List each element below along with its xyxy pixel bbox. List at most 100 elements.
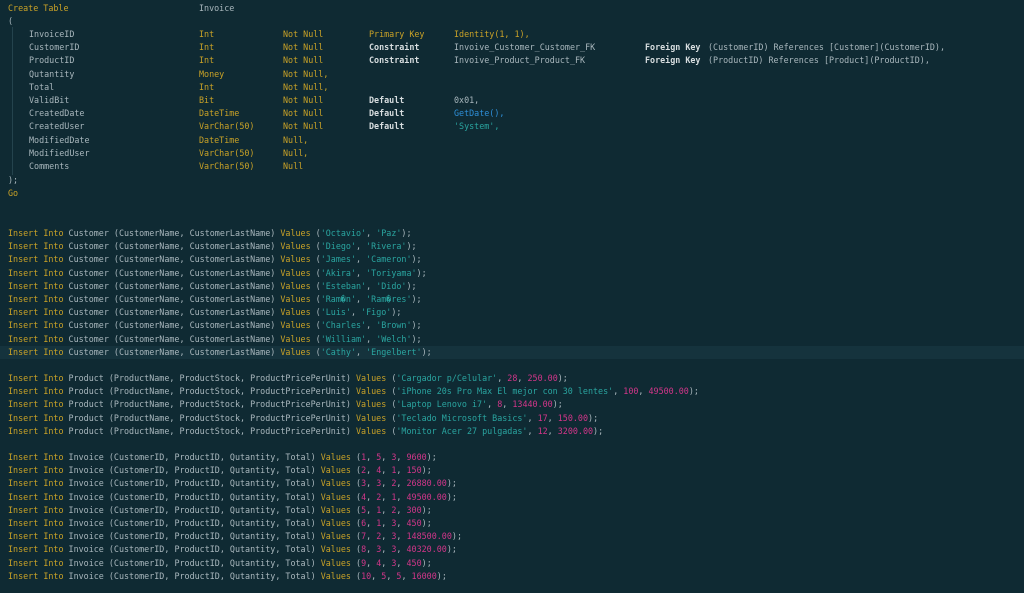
column-type: VarChar(50) bbox=[199, 147, 255, 158]
column-nullability: Not Null bbox=[283, 29, 324, 39]
customer-insert-line[interactable]: Insert Into Customer (CustomerName, Cust… bbox=[0, 280, 1024, 293]
column-constraint: Constraint bbox=[369, 42, 420, 53]
column-definition[interactable]: Total Int Not Null, bbox=[0, 81, 1024, 94]
column-type: Int bbox=[199, 81, 215, 92]
invoice-insert-line[interactable]: Insert Into Invoice (CustomerID, Product… bbox=[0, 504, 1024, 517]
statement-text: Insert Into Customer (CustomerName, Cust… bbox=[8, 280, 417, 291]
customer-insert-line[interactable]: Insert Into Customer (CustomerName, Cust… bbox=[0, 293, 1024, 306]
column-type: Int bbox=[199, 42, 215, 53]
statement-text: Insert Into Customer (CustomerName, Cust… bbox=[8, 228, 412, 238]
column-nullability: Not Null, bbox=[283, 81, 329, 92]
column-definition[interactable]: CustomerID Int Not Null Constraint Invoive_C… bbox=[0, 41, 1024, 54]
column-nullability: Null bbox=[283, 161, 304, 171]
foreign-key-keyword: Foreign Key bbox=[645, 55, 701, 66]
product-insert-line[interactable]: Insert Into Product (ProductName, Produc… bbox=[0, 398, 1024, 411]
invoice-insert-line[interactable]: Insert Into Invoice (CustomerID, Product… bbox=[0, 451, 1024, 464]
invoice-insert-line[interactable]: Insert Into Invoice (CustomerID, Product… bbox=[0, 557, 1024, 570]
column-definition[interactable]: CreatedDate DateTime Not Null Default GetDat… bbox=[0, 107, 1024, 120]
invoice-insert-line[interactable]: Insert Into Invoice (CustomerID, Product… bbox=[0, 464, 1024, 477]
column-type: DateTime bbox=[199, 134, 240, 145]
statement-text: Insert Into Invoice (CustomerID, Product… bbox=[8, 465, 432, 476]
statement-text: Insert Into Product (ProductName, Produc… bbox=[8, 399, 563, 410]
go-line[interactable]: Go bbox=[0, 187, 1024, 200]
column-type: VarChar(50) bbox=[199, 161, 255, 171]
foreign-key-reference: (CustomerID) References [Customer](Custo… bbox=[708, 42, 945, 53]
column-constraint: Constraint bbox=[369, 55, 420, 66]
go-keyword: Go bbox=[8, 188, 19, 198]
product-insert-line[interactable]: Insert Into Product (ProductName, Produc… bbox=[0, 425, 1024, 438]
column-nullability: Not Null bbox=[283, 95, 324, 105]
code-editor[interactable]: Create Table Invoice ( InvoiceID Int Not N… bbox=[0, 0, 1024, 593]
column-constraint: Default bbox=[369, 121, 405, 132]
column-constraint-value: 0x01, bbox=[454, 95, 480, 105]
column-definition[interactable]: Qutantity Money Not Null, bbox=[0, 68, 1024, 81]
column-definition[interactable]: CreatedUser VarChar(50) Not Null Default 'Sy… bbox=[0, 120, 1024, 133]
column-definition[interactable]: ProductID Int Not Null Constraint Invoive_Pr… bbox=[0, 54, 1024, 67]
column-type: VarChar(50) bbox=[199, 121, 255, 132]
invoice-insert-line[interactable]: Insert Into Invoice (CustomerID, Product… bbox=[0, 477, 1024, 490]
invoice-insert-line[interactable]: Insert Into Invoice (CustomerID, Product… bbox=[0, 543, 1024, 556]
column-definition[interactable]: ModifiedDate DateTime Null, bbox=[0, 134, 1024, 147]
open-paren: ( bbox=[8, 16, 14, 26]
column-constraint-value: Invoive_Customer_Customer_FK bbox=[454, 42, 596, 53]
customer-insert-line[interactable]: Insert Into Customer (CustomerName, Cust… bbox=[0, 240, 1024, 253]
column-constraint-value: GetDate(), bbox=[454, 108, 505, 119]
column-name: ProductID bbox=[29, 55, 75, 66]
statement-text: Insert Into Customer (CustomerName, Cust… bbox=[8, 241, 417, 252]
statement-text: Insert Into Product (ProductName, Produc… bbox=[8, 425, 604, 436]
statement-text: Insert Into Customer (CustomerName, Cust… bbox=[8, 333, 422, 344]
foreign-key-reference: (ProductID) References [Product](Product… bbox=[708, 55, 930, 66]
customer-insert-line[interactable]: Insert Into Customer (CustomerName, Cust… bbox=[0, 227, 1024, 240]
create-table-line[interactable]: Create Table Invoice bbox=[0, 2, 1024, 15]
column-nullability: Not Null bbox=[283, 108, 324, 119]
column-definition[interactable]: Comments VarChar(50) Null bbox=[0, 160, 1024, 173]
close-paren-line[interactable]: ); bbox=[0, 174, 1024, 187]
product-insert-line[interactable]: Insert Into Product (ProductName, Produc… bbox=[0, 372, 1024, 385]
column-nullability: Null, bbox=[283, 134, 309, 145]
column-name: ValidBit bbox=[29, 95, 70, 105]
statement-text: Insert Into Customer (CustomerName, Cust… bbox=[8, 307, 402, 318]
statement-text: Insert Into Customer (CustomerName, Cust… bbox=[8, 254, 422, 265]
column-constraint: Default bbox=[369, 108, 405, 119]
statement-text: Insert Into Invoice (CustomerID, Product… bbox=[8, 452, 437, 462]
column-constraint-value: Invoive_Product_Product_FK bbox=[454, 55, 586, 66]
statement-text: Insert Into Product (ProductName, Produc… bbox=[8, 412, 599, 423]
column-nullability: Not Null, bbox=[283, 68, 329, 79]
customer-insert-line[interactable]: Insert Into Customer (CustomerName, Cust… bbox=[0, 333, 1024, 346]
customer-insert-line[interactable]: Insert Into Customer (CustomerName, Cust… bbox=[0, 253, 1024, 266]
customer-insert-line[interactable]: Insert Into Customer (CustomerName, Cust… bbox=[0, 306, 1024, 319]
column-name: CreatedDate bbox=[29, 108, 85, 119]
statement-text: Insert Into Invoice (CustomerID, Product… bbox=[8, 570, 447, 581]
customer-insert-line[interactable]: Insert Into Customer (CustomerName, Cust… bbox=[0, 345, 1024, 359]
customer-insert-line[interactable]: Insert Into Customer (CustomerName, Cust… bbox=[0, 267, 1024, 280]
column-type: Money bbox=[199, 68, 225, 79]
product-insert-line[interactable]: Insert Into Product (ProductName, Produc… bbox=[0, 412, 1024, 425]
statement-text: Insert Into Invoice (CustomerID, Product… bbox=[8, 518, 432, 528]
statement-text: Insert Into Product (ProductName, Produc… bbox=[8, 373, 568, 383]
column-definition[interactable]: InvoiceID Int Not Null Primary Key Identity(… bbox=[0, 28, 1024, 41]
open-paren-line[interactable]: ( bbox=[0, 15, 1024, 28]
invoice-insert-line[interactable]: Insert Into Invoice (CustomerID, Product… bbox=[0, 570, 1024, 583]
close-paren: ); bbox=[8, 175, 19, 185]
invoice-insert-line[interactable]: Insert Into Invoice (CustomerID, Product… bbox=[0, 517, 1024, 530]
column-name: ModifiedDate bbox=[29, 134, 90, 145]
statement-text: Insert Into Invoice (CustomerID, Product… bbox=[8, 504, 432, 515]
column-type: Int bbox=[199, 55, 215, 66]
statement-text: Insert Into Invoice (CustomerID, Product… bbox=[8, 531, 462, 542]
invoice-insert-line[interactable]: Insert Into Invoice (CustomerID, Product… bbox=[0, 491, 1024, 504]
column-type: DateTime bbox=[199, 108, 240, 119]
statement-text: Insert Into Invoice (CustomerID, Product… bbox=[8, 478, 457, 489]
statement-text: Insert Into Invoice (CustomerID, Product… bbox=[8, 544, 457, 555]
invoice-insert-line[interactable]: Insert Into Invoice (CustomerID, Product… bbox=[0, 530, 1024, 543]
column-definition[interactable]: ModifiedUser VarChar(50) Null, bbox=[0, 147, 1024, 160]
column-name: CreatedUser bbox=[29, 121, 85, 132]
table-name: Invoice bbox=[199, 3, 235, 13]
column-nullability: Null, bbox=[283, 147, 309, 158]
statement-text: Insert Into Product (ProductName, Produc… bbox=[8, 386, 699, 397]
create-table-keyword: Create Table bbox=[8, 3, 69, 13]
column-definition[interactable]: ValidBit Bit Not Null Default 0x01, bbox=[0, 94, 1024, 107]
column-type: Bit bbox=[199, 95, 215, 105]
column-constraint: Default bbox=[369, 95, 405, 105]
customer-insert-line[interactable]: Insert Into Customer (CustomerName, Cust… bbox=[0, 319, 1024, 332]
product-insert-line[interactable]: Insert Into Product (ProductName, Produc… bbox=[0, 385, 1024, 398]
